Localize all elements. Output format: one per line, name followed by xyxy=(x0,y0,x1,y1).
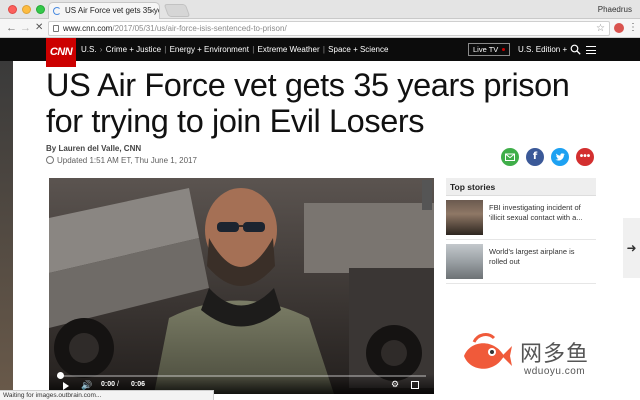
story-thumbnail[interactable] xyxy=(446,200,483,235)
back-button[interactable]: ← xyxy=(6,20,17,36)
nav-item-extreme-weather[interactable]: Extreme Weather xyxy=(258,45,320,54)
arrow-right-icon: ➜ xyxy=(626,241,637,255)
story-thumbnail[interactable] xyxy=(446,244,483,279)
nav-separator-icon: | xyxy=(252,45,257,54)
story-item[interactable]: World's largest airplane is rolled out xyxy=(446,244,596,284)
time-separator: / xyxy=(117,381,119,388)
top-stories-heading: Top stories xyxy=(446,178,596,196)
nav-item-us[interactable]: U.S. xyxy=(81,45,97,54)
maximize-window-icon[interactable] xyxy=(36,5,45,14)
video-player[interactable]: 🔊 0:00 / 0:06 ⚙ xyxy=(49,178,434,394)
browser-toolbar: ← → ✕ www.cnn.com/2017/05/31/us/air-forc… xyxy=(0,19,640,38)
tab-close-icon[interactable]: × xyxy=(150,3,155,19)
share-facebook-button[interactable]: f xyxy=(526,148,544,166)
share-twitter-button[interactable] xyxy=(551,148,569,166)
nav-item-space-science[interactable]: Space + Science xyxy=(328,45,388,54)
search-icon[interactable] xyxy=(570,44,581,55)
twitter-icon xyxy=(555,153,565,161)
page-info-icon[interactable] xyxy=(53,25,59,32)
video-credit-tag xyxy=(422,180,432,210)
watermark-url: wduoyu.com xyxy=(524,366,586,377)
nav-links: U.S. › Crime + Justice | Energy + Enviro… xyxy=(81,38,388,61)
browser-menu-icon[interactable]: ⋮ xyxy=(628,21,638,35)
profile-name[interactable]: Phaedrus xyxy=(598,0,632,19)
extension-icon[interactable] xyxy=(614,23,624,33)
new-tab-button[interactable] xyxy=(163,4,191,17)
fullscreen-icon[interactable] xyxy=(411,381,419,389)
forward-button[interactable]: → xyxy=(20,20,31,36)
cnn-logo[interactable]: CNN xyxy=(46,38,76,67)
clock-icon xyxy=(46,156,54,164)
next-arrow-button[interactable]: ➜ xyxy=(623,218,640,278)
window-titlebar: US Air Force vet gets 35 year × Phaedrus xyxy=(0,0,640,20)
watermark: 网多鱼 wduoyu.com xyxy=(460,330,640,390)
live-tv-button[interactable]: Live TV xyxy=(468,43,510,56)
bookmark-star-icon[interactable]: ☆ xyxy=(596,22,605,35)
fish-logo-icon xyxy=(464,333,512,369)
top-stories-panel: Top stories FBI investigating incident o… xyxy=(446,178,596,284)
background-image-edge xyxy=(0,61,13,400)
nav-separator-icon: › xyxy=(99,45,105,54)
url-path: /2017/05/31/us/air-force-isis-sentenced-… xyxy=(112,24,287,33)
share-more-button[interactable]: ••• xyxy=(576,148,594,166)
envelope-icon xyxy=(505,153,515,161)
minimize-window-icon[interactable] xyxy=(22,5,31,14)
more-icon: ••• xyxy=(579,151,591,162)
stop-loading-button[interactable]: ✕ xyxy=(35,20,43,36)
address-bar[interactable]: www.cnn.com/2017/05/31/us/air-force-isis… xyxy=(48,21,610,36)
play-icon[interactable] xyxy=(63,382,69,390)
current-time: 0:00 xyxy=(101,381,116,388)
updated-text: Updated 1:51 AM ET, Thu June 1, 2017 xyxy=(57,156,197,165)
nav-item-energy-environment[interactable]: Energy + Environment xyxy=(170,45,249,54)
story-title[interactable]: FBI investigating incident of 'illicit s… xyxy=(489,203,594,222)
progress-knob[interactable] xyxy=(57,372,64,379)
live-indicator-icon xyxy=(502,48,505,51)
live-tv-label: Live TV xyxy=(473,45,499,54)
hamburger-menu-icon[interactable] xyxy=(586,46,596,54)
edition-selector[interactable]: U.S. Edition + xyxy=(518,38,567,61)
byline[interactable]: By Lauren del Valle, CNN xyxy=(46,144,141,153)
tab-title: US Air Force vet gets 35 year xyxy=(65,6,160,15)
nav-item-crime-justice[interactable]: Crime + Justice xyxy=(106,45,161,54)
video-duration: 0:06 xyxy=(131,381,146,388)
nav-separator-icon: | xyxy=(322,45,328,54)
settings-gear-icon[interactable]: ⚙ xyxy=(391,379,399,390)
facebook-icon: f xyxy=(532,151,538,162)
story-title[interactable]: World's largest airplane is rolled out xyxy=(489,247,594,266)
url-host: www.cnn.com xyxy=(63,24,113,33)
video-frame-image xyxy=(49,178,434,394)
browser-tab[interactable]: US Air Force vet gets 35 year × xyxy=(48,2,160,20)
watermark-chinese-text: 网多鱼 xyxy=(520,342,590,367)
close-window-icon[interactable] xyxy=(8,5,17,14)
article-headline: US Air Force vet gets 35 years prison fo… xyxy=(46,67,570,139)
video-progress-bar[interactable] xyxy=(57,372,426,379)
nav-separator-icon: | xyxy=(164,45,169,54)
site-navigation: U.S. › Crime + Justice | Energy + Enviro… xyxy=(0,38,640,61)
share-email-button[interactable] xyxy=(501,148,519,166)
loading-spinner-icon xyxy=(53,7,61,15)
status-bar: Waiting for images.outbrain.com... xyxy=(0,390,214,400)
story-item[interactable]: FBI investigating incident of 'illicit s… xyxy=(446,200,596,240)
updated-timestamp: Updated 1:51 AM ET, Thu June 1, 2017 xyxy=(46,156,197,165)
